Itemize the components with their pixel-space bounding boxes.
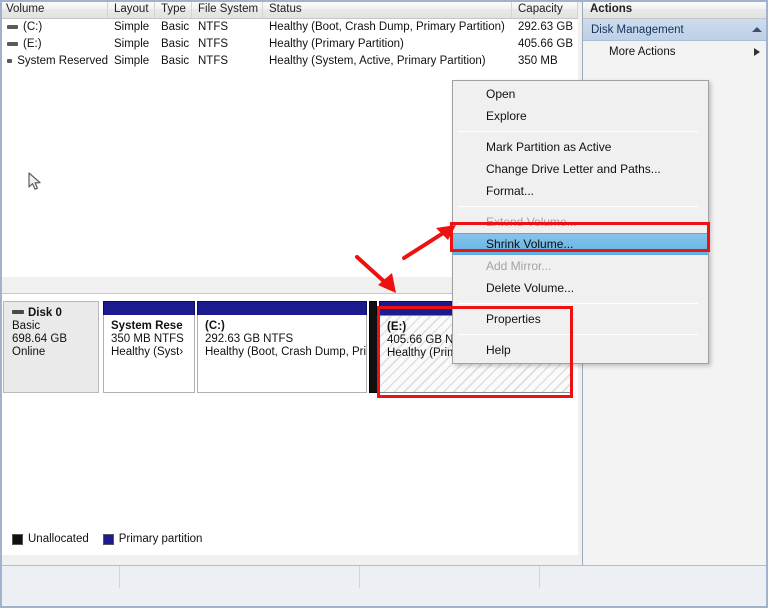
partition-details: System Rese 350 MB NTFS Healthy (Syst› (103, 315, 195, 393)
partition-status: Healthy (Syst› (111, 346, 184, 358)
chevron-right-icon (754, 48, 760, 56)
status-bar-cell-3 (360, 566, 540, 588)
cell-status: Healthy (Boot, Crash Dump, Primary Parti… (269, 21, 505, 33)
menu-item-properties[interactable]: Properties (453, 308, 708, 330)
disk-title-label: Disk 0 (28, 307, 62, 319)
partition-color-bar (369, 301, 377, 315)
menu-separator (458, 131, 698, 132)
menu-item-shrink-volume-label: Shrink Volume... (486, 237, 574, 251)
menu-item-change-drive-letter-and-paths[interactable]: Change Drive Letter and Paths... (453, 158, 708, 180)
cell-status: Healthy (Primary Partition) (269, 38, 404, 50)
volume-icon (7, 41, 18, 46)
column-header-capacity[interactable]: Capacity (512, 0, 578, 18)
partition-color-bar (103, 301, 195, 315)
partition-color-bar (197, 301, 367, 315)
menu-item-add-mirror: Add Mirror... (486, 259, 552, 273)
table-row[interactable]: (E:) Simple Basic NTFS Healthy (Primary … (0, 36, 578, 53)
legend-label-unallocated: Unallocated (28, 533, 89, 545)
cell-file-system: NTFS (198, 21, 229, 33)
disk-size: 698.64 GB (12, 333, 67, 345)
partition-status: Healthy (Boot, Crash Dump, Prin (205, 346, 367, 358)
menu-item-help[interactable]: Help (453, 339, 708, 361)
volume-icon (7, 58, 13, 63)
volume-list-header: Volume Layout Type File System Status Ca… (0, 0, 578, 19)
actions-item-more-actions[interactable]: More Actions (583, 41, 768, 63)
disk-icon (12, 310, 24, 314)
partition-size-fs: 292.63 GB NTFS (205, 333, 294, 345)
partition-name: System Rese (111, 320, 183, 332)
menu-item-explore[interactable]: Explore (453, 105, 708, 127)
disk-title: Disk 0 (12, 307, 92, 319)
cell-volume: (C:) (0, 19, 108, 36)
partition-system-reserved[interactable]: System Rese 350 MB NTFS Healthy (Syst› (103, 301, 195, 393)
actions-group-label: Disk Management (591, 23, 684, 36)
legend: Unallocated Primary partition (3, 529, 575, 549)
menu-item-open[interactable]: Open (453, 83, 708, 105)
cell-volume: (E:) (0, 36, 108, 53)
actions-item-label: More Actions (609, 46, 676, 58)
menu-item-shrink-volume[interactable]: Shrink Volume... (453, 233, 708, 255)
cell-status: Healthy (System, Active, Primary Partiti… (269, 55, 486, 67)
column-header-file-system[interactable]: File System (192, 0, 263, 18)
status-bar (0, 565, 768, 608)
legend-swatch-primary-partition (102, 533, 114, 545)
context-menu: Open Explore Mark Partition as Active Ch… (452, 80, 709, 364)
cell-layout: Simple (114, 55, 150, 67)
cell-capacity: 405.66 GB (518, 38, 573, 50)
cell-volume-label: System Reserved (17, 55, 108, 67)
actions-group-disk-management[interactable]: Disk Management (583, 19, 768, 41)
mouse-pointer (28, 172, 41, 190)
cell-volume-label: (C:) (23, 21, 43, 33)
cell-volume-label: (E:) (23, 38, 42, 50)
chevron-up-icon[interactable] (752, 27, 762, 32)
status-bar-cell-2 (120, 566, 360, 588)
disk-management-window: Volume Layout Type File System Status Ca… (0, 0, 768, 608)
cell-layout: Simple (114, 38, 150, 50)
menu-item-format[interactable]: Format... (453, 180, 708, 202)
column-header-type[interactable]: Type (155, 0, 192, 18)
partition-unallocated[interactable] (369, 301, 384, 393)
legend-item-unallocated: Unallocated (12, 533, 89, 545)
partition-c-drive[interactable]: (C:) 292.63 GB NTFS Healthy (Boot, Crash… (197, 301, 367, 393)
menu-separator (458, 334, 698, 335)
actions-pane-title: Actions (583, 0, 768, 19)
legend-swatch-unallocated (12, 533, 23, 545)
column-header-volume[interactable]: Volume (0, 0, 108, 18)
cell-volume: System Reserved (0, 53, 108, 70)
menu-separator (458, 303, 698, 304)
menu-separator (458, 206, 698, 207)
disk-type: Basic (12, 320, 41, 332)
disk-info-panel[interactable]: Disk 0 Basic 698.64 GB Online (3, 301, 99, 393)
disk-state: Online (12, 346, 46, 358)
cell-layout: Simple (114, 21, 150, 33)
table-row[interactable]: System Reserved Simple Basic NTFS Health… (0, 53, 578, 70)
menu-item-extend-volume: Extend Volume... (486, 215, 577, 229)
cell-capacity: 350 MB (518, 55, 558, 67)
volume-icon (7, 24, 18, 29)
partition-size-fs: 350 MB NTFS (111, 333, 184, 345)
menu-item-delete-volume[interactable]: Delete Volume... (453, 277, 708, 299)
column-header-layout[interactable]: Layout (108, 0, 155, 18)
legend-item-primary-partition: Primary partition (102, 533, 203, 545)
partition-details: (C:) 292.63 GB NTFS Healthy (Boot, Crash… (197, 315, 367, 393)
cell-type: Basic (161, 38, 190, 50)
cell-capacity: 292.63 GB (518, 21, 573, 33)
cell-type: Basic (161, 55, 190, 67)
legend-label-primary-partition: Primary partition (118, 533, 203, 545)
partition-name: (C:) (205, 320, 225, 332)
cell-file-system: NTFS (198, 55, 229, 67)
table-row[interactable]: (C:) Simple Basic NTFS Healthy (Boot, Cr… (0, 19, 578, 36)
column-header-status[interactable]: Status (263, 0, 512, 18)
cell-type: Basic (161, 21, 190, 33)
cell-file-system: NTFS (198, 38, 229, 50)
menu-item-mark-partition-as-active[interactable]: Mark Partition as Active (453, 136, 708, 158)
status-bar-cell-1 (0, 566, 120, 588)
